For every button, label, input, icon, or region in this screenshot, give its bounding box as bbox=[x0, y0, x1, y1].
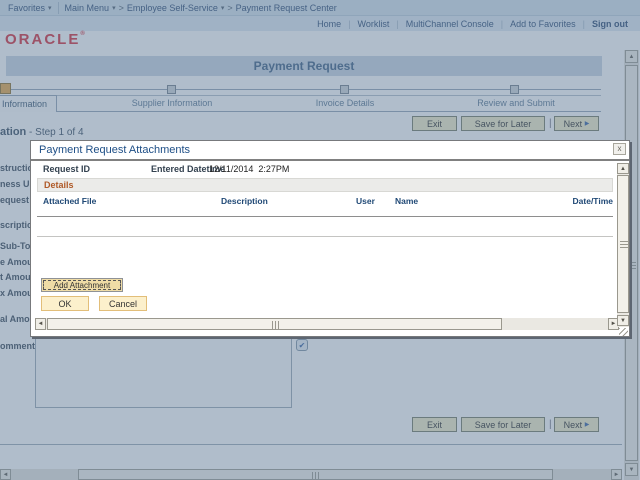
modal-hscrollbar[interactable]: ◄ ► bbox=[35, 318, 619, 330]
scrollbar-grip bbox=[620, 240, 628, 248]
payment-request-attachments-modal: Payment Request Attachments x Request ID… bbox=[30, 140, 630, 337]
request-id-label: Request ID bbox=[43, 164, 90, 174]
modal-vscrollbar-thumb[interactable] bbox=[617, 175, 629, 313]
add-attachment-button[interactable]: Add Attachment bbox=[41, 278, 123, 292]
grid-row-divider bbox=[37, 236, 613, 237]
column-header-attached-file[interactable]: Attached File bbox=[43, 196, 96, 206]
scroll-up-icon[interactable]: ▲ bbox=[617, 163, 629, 174]
cancel-button[interactable]: Cancel bbox=[99, 296, 147, 311]
resize-grip[interactable] bbox=[619, 328, 628, 336]
column-header-user[interactable]: User bbox=[356, 196, 375, 206]
grid-row-divider bbox=[37, 216, 613, 217]
details-label: Details bbox=[44, 180, 74, 190]
column-header-name[interactable]: Name bbox=[395, 196, 418, 206]
modal-vscrollbar[interactable]: ▲ ▼ bbox=[617, 163, 629, 327]
entered-datetime-value: 12/11/2014 2:27PM bbox=[209, 164, 289, 174]
modal-hscrollbar-thumb[interactable] bbox=[47, 318, 502, 330]
column-header-datetime[interactable]: Date/Time bbox=[513, 196, 613, 206]
close-icon[interactable]: x bbox=[613, 143, 626, 155]
modal-title: Payment Request Attachments bbox=[39, 144, 190, 156]
scroll-left-icon[interactable]: ◄ bbox=[35, 318, 46, 330]
modal-title-divider bbox=[31, 159, 629, 161]
column-header-description[interactable]: Description bbox=[221, 196, 268, 206]
scroll-down-icon[interactable]: ▼ bbox=[617, 315, 629, 326]
scrollbar-grip bbox=[272, 321, 280, 329]
ok-button[interactable]: OK bbox=[41, 296, 89, 311]
screen: Favorites ▾ Main Menu ▾ > Employee Self-… bbox=[0, 0, 640, 480]
details-section-header: Details bbox=[37, 178, 613, 192]
